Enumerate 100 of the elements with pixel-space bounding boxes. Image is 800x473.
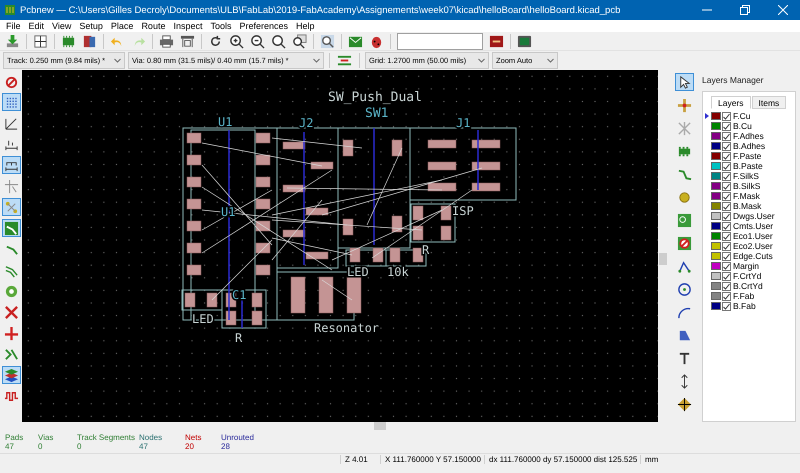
layer-name[interactable]: Dwgs.User [732,211,775,221]
layer-name[interactable]: B.Fab [732,301,756,311]
layer-color-swatch[interactable] [711,232,721,240]
layer-checkbox[interactable] [722,182,731,190]
layer-color-swatch[interactable] [711,172,721,180]
layer-checkbox[interactable] [722,292,731,300]
layer-color-swatch[interactable] [711,272,721,280]
menu-item[interactable]: Preferences [236,20,292,32]
stat-label: Track Segments [77,433,136,442]
zoom-fit-button[interactable] [269,32,288,50]
reference-label: U1 [218,115,232,129]
layer-name[interactable]: B.Adhes [732,141,766,151]
layer-name[interactable]: F.Adhes [732,131,764,141]
zoom-in-button[interactable] [227,32,246,50]
star-lines-icon [676,120,692,136]
menu-item[interactable]: Setup [75,20,107,32]
layer-checkbox[interactable] [722,202,731,210]
layer-checkbox[interactable] [722,172,731,180]
mm-units-toggle[interactable] [2,156,20,174]
layer-checkbox[interactable] [722,192,731,200]
layer-color-swatch[interactable] [711,212,721,220]
layer-checkbox[interactable] [722,122,731,130]
layer-color-swatch[interactable] [711,202,721,210]
layer-color-swatch[interactable] [711,162,721,170]
layer-name[interactable]: B.CrtYd [732,281,763,291]
ratsnest-toggle[interactable] [2,198,20,216]
layer-checkbox[interactable] [722,212,731,220]
menu-item[interactable]: File [2,20,25,32]
layer-checkbox[interactable] [722,222,731,230]
layer-color-swatch[interactable] [711,142,721,150]
layer-name[interactable]: F.SilkS [732,171,759,181]
layer-color-swatch[interactable] [711,242,721,250]
layer-color-swatch[interactable] [711,152,721,160]
layer-name[interactable]: F.Cu [732,111,750,121]
layer-name[interactable]: Cmts.User [732,221,774,231]
layer-color-swatch[interactable] [711,222,721,230]
zoom-readout: Z 4.01 [340,455,380,464]
menu-item[interactable]: Inspect [169,20,206,32]
layer-name[interactable]: B.SilkS [732,181,760,191]
zoom-area-button[interactable] [290,32,309,50]
menu-item[interactable]: Route [137,20,170,32]
layer-name[interactable]: Eco2.User [732,241,773,251]
layers-stack-toggle[interactable] [2,366,20,384]
chevron-down-icon [478,58,485,63]
search-field[interactable] [397,32,483,50]
layer-checkbox[interactable] [722,302,731,310]
layer-color-swatch[interactable] [711,112,721,120]
menu-item[interactable]: View [48,20,76,32]
layer-checkbox[interactable] [722,142,731,150]
layer-name[interactable]: B.Cu [732,121,752,131]
layer-name[interactable]: F.Fab [732,291,754,301]
panel-tab[interactable]: Items [752,96,786,109]
panel-tab[interactable]: Layers [711,96,751,109]
layer-color-swatch[interactable] [711,262,721,270]
cursor-delta: dx 111.760000 dy 57.150000 dist 125.525 [484,455,640,464]
layer-checkbox[interactable] [722,262,731,270]
zoom-out-button[interactable] [248,32,267,50]
layer-name[interactable]: Margin [732,261,759,271]
layer-name[interactable]: F.Paste [732,151,762,161]
layer-checkbox[interactable] [722,232,731,240]
layer-checkbox[interactable] [722,242,731,250]
layer-checkbox[interactable] [722,272,731,280]
close-icon [778,5,788,15]
ratsnest-line [322,280,352,300]
layer-checkbox[interactable] [722,282,731,290]
reference-label: J2 [299,116,314,130]
layer-name[interactable]: B.Paste [732,161,763,171]
layer-color-swatch[interactable] [711,192,721,200]
layer-name[interactable]: F.Mask [732,191,760,201]
circle-icon [676,282,692,296]
layer-color-swatch[interactable] [711,122,721,130]
cursor-arrow-tool[interactable] [674,73,694,91]
layer-checkbox[interactable] [722,112,731,120]
track-fill-toggle[interactable] [2,219,20,237]
layer-name[interactable]: F.CrtYd [732,271,762,281]
layer-checkbox[interactable] [722,162,731,170]
target-icon [676,396,692,412]
window-title: Pcbnew — C:\Users\Gilles Decroly\Documents\ULB\FabLab\2019-FabAcademy\Assignements\week07\kicad\helloBoard\helloBoard.kicad_pcb [20,4,622,16]
reference-label: SW1 [365,106,388,121]
stat-label: Nodes [139,433,164,442]
layer-checkbox[interactable] [722,252,731,260]
layer-color-swatch[interactable] [711,282,721,290]
layer-name[interactable]: B.Mask [732,201,762,211]
layer-color-swatch[interactable] [711,132,721,140]
search-button[interactable] [318,32,337,50]
layer-color-swatch[interactable] [711,292,721,300]
grid-toggle[interactable] [2,93,20,111]
layer-checkbox[interactable] [722,152,731,160]
menu-item[interactable]: Edit [24,20,48,32]
layer-color-swatch[interactable] [711,302,721,310]
layer-color-swatch[interactable] [711,182,721,190]
menu-item[interactable]: Place [106,20,138,32]
layer-name[interactable]: Edge.Cuts [732,251,773,261]
menu-item[interactable]: Tools [206,20,236,32]
line-icon [676,258,692,274]
layer-checkbox[interactable] [722,132,731,140]
stat-label: Unrouted [221,433,255,442]
menu-item[interactable]: Help [292,20,319,32]
layer-name[interactable]: Eco1.User [732,231,773,241]
layer-color-swatch[interactable] [711,252,721,260]
